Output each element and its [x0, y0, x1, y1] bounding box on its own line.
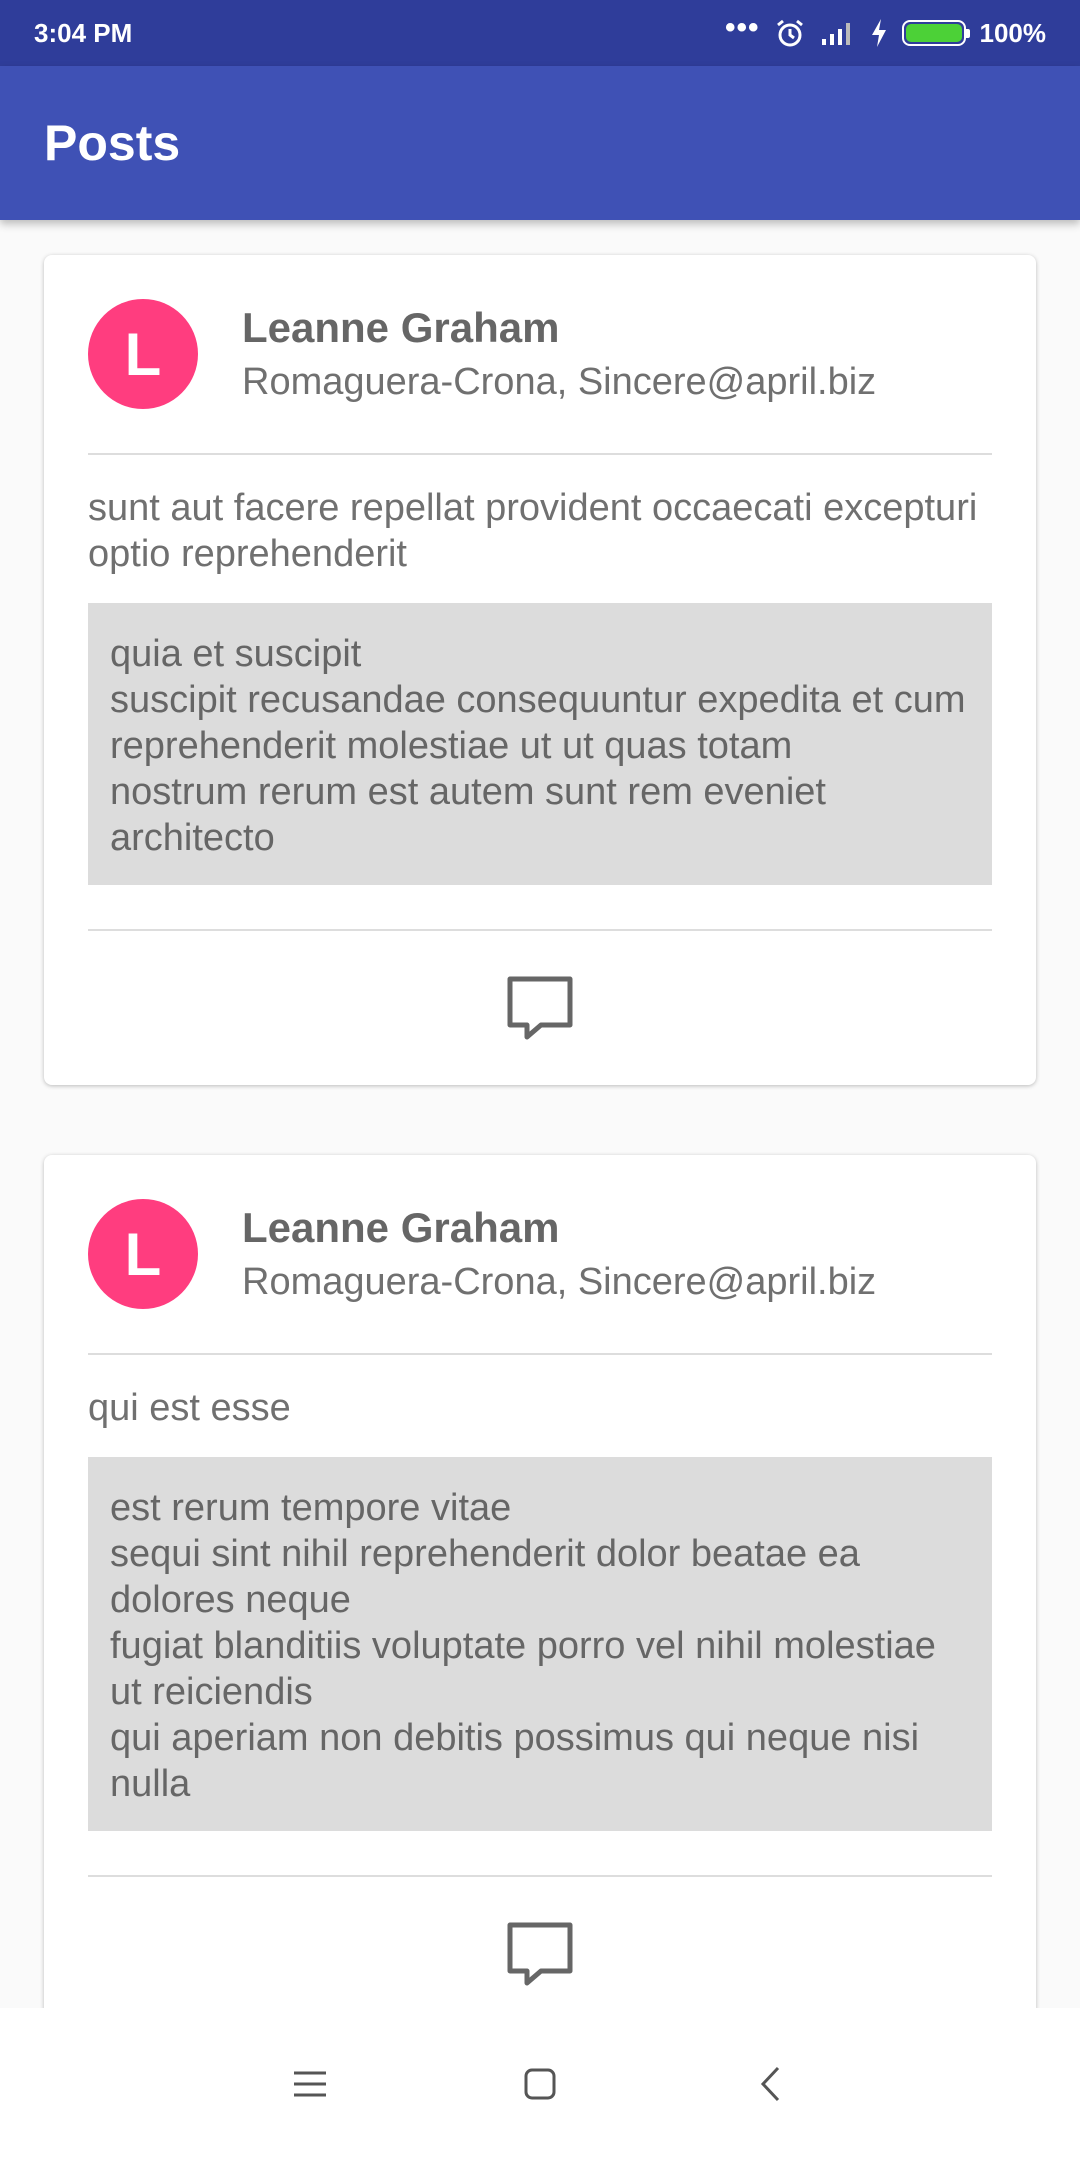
- status-time: 3:04 PM: [34, 17, 133, 48]
- alarm-icon: [776, 19, 803, 47]
- author-info: Leanne Graham Romaguera-Crona, Sincere@a…: [242, 300, 876, 408]
- back-button[interactable]: [735, 2049, 805, 2119]
- avatar: L: [88, 299, 198, 409]
- author-name: Leanne Graham: [242, 1204, 560, 1251]
- home-button[interactable]: [505, 2049, 575, 2119]
- author-company-email: Romaguera-Crona, Sincere@april.biz: [242, 361, 877, 403]
- author-name: Leanne Graham: [242, 304, 560, 351]
- post-body: quia et suscipit suscipit recusandae con…: [88, 603, 992, 885]
- post-header: L Leanne Graham Romaguera-Crona, Sincere…: [88, 255, 992, 455]
- menu-icon: [294, 2071, 326, 2097]
- author-company-email: Romaguera-Crona, Sincere@april.biz: [242, 1261, 877, 1303]
- system-nav-bar: [0, 2008, 1080, 2160]
- back-icon: [760, 2066, 780, 2102]
- charging-icon: [871, 19, 886, 47]
- post-title: qui est esse: [88, 1387, 291, 1429]
- home-icon: [524, 2068, 556, 2100]
- more-dots-icon: •••: [724, 11, 760, 44]
- menu-button[interactable]: [275, 2049, 345, 2119]
- post-footer: [88, 929, 992, 1085]
- author-info: Leanne Graham Romaguera-Crona, Sincere@a…: [242, 1200, 876, 1308]
- post-header: L Leanne Graham Romaguera-Crona, Sincere…: [88, 1155, 992, 1355]
- post-title: sunt aut facere repellat provident occae…: [88, 487, 978, 575]
- comment-icon[interactable]: [505, 1919, 575, 1989]
- post-card[interactable]: L Leanne Graham Romaguera-Crona, Sincere…: [44, 255, 1036, 1085]
- battery-icon: [901, 20, 970, 46]
- post-list[interactable]: L Leanne Graham Romaguera-Crona, Sincere…: [0, 220, 1080, 2008]
- comment-icon[interactable]: [505, 973, 575, 1043]
- avatar: L: [88, 1199, 198, 1309]
- post-footer: [88, 1875, 992, 2008]
- signal-icon: [821, 23, 850, 45]
- status-icons: ••• 100%: [725, 11, 1047, 49]
- page-title: Posts: [44, 115, 181, 171]
- post-body: est rerum tempore vitae sequi sint nihil…: [88, 1457, 992, 1831]
- app-bar: Posts: [0, 66, 1080, 220]
- post-card[interactable]: L Leanne Graham Romaguera-Crona, Sincere…: [44, 1155, 1036, 2008]
- status-bar: 3:04 PM ••• 100%: [0, 0, 1080, 66]
- battery-percent: 100%: [979, 17, 1047, 48]
